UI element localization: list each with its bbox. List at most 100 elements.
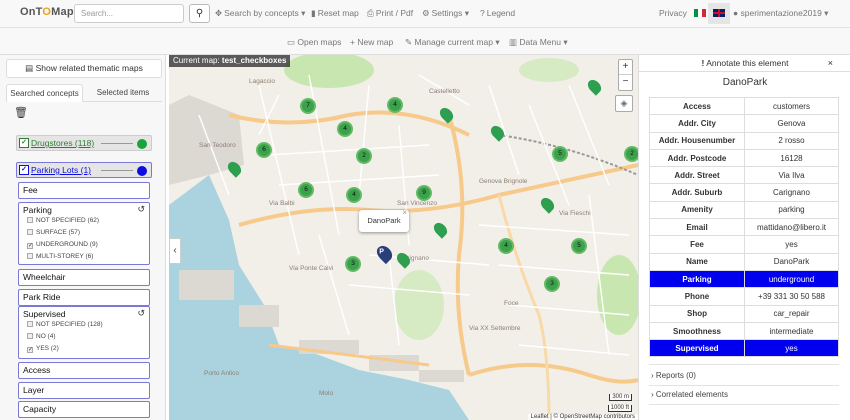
new-map-label: New map [357, 37, 394, 47]
correlated-toggle[interactable]: › Correlated elements [651, 390, 728, 399]
property-key: Supervised [649, 339, 745, 358]
filter-capacity[interactable]: Capacity [18, 401, 150, 418]
checkbox[interactable] [27, 253, 33, 259]
filter-option[interactable]: NOT SPECIFIED (128) [27, 321, 103, 328]
filter-title: Layer [23, 385, 45, 395]
collapse-panel-button[interactable]: ‹ [169, 238, 181, 264]
filter-title: Park Ride [23, 292, 61, 302]
close-icon[interactable]: × [828, 55, 833, 72]
print-pdf-button[interactable]: ⎙ Print / Pdf [367, 8, 413, 19]
english-flag-icon[interactable] [713, 9, 725, 17]
map-cluster[interactable]: 5 [571, 238, 587, 254]
close-icon[interactable]: × [402, 202, 407, 224]
checkbox[interactable] [27, 217, 33, 223]
settings-menu[interactable]: ⚙ Settings ▾ [422, 8, 469, 19]
map-attribution[interactable]: Leaflet | © OpenStreetMap contributors [527, 414, 638, 420]
zoom-in-button[interactable]: + [619, 60, 632, 75]
table-row: Smoothness intermediate [649, 321, 839, 341]
filter-option[interactable]: NOT SPECIFIED (62) [27, 217, 99, 224]
italian-flag-icon[interactable] [694, 9, 706, 17]
chevron-left-icon: ‹ [173, 245, 177, 256]
map-cluster[interactable]: 7 [300, 98, 316, 114]
filter-option[interactable]: ✓ UNDERGROUND (9) [27, 241, 98, 249]
filter-title: Access [23, 365, 51, 375]
legend-button[interactable]: ? Legend [480, 8, 515, 18]
map-cluster[interactable]: 6 [256, 142, 272, 158]
tab-searched-concepts[interactable]: Searched concepts [6, 84, 83, 102]
zoom-out-button[interactable]: − [619, 75, 632, 90]
checkbox[interactable] [27, 321, 33, 327]
table-row: Addr. Suburb Carignano [649, 183, 839, 202]
manage-map-menu[interactable]: ✎ Manage current map ▾ [405, 37, 500, 48]
search-by-concepts-label: Search by concepts [224, 8, 299, 18]
opacity-slider[interactable] [101, 143, 133, 144]
table-row: Shop car_repair [649, 304, 839, 323]
settings-label: Settings [431, 8, 463, 18]
map-cluster[interactable]: 2 [356, 148, 372, 164]
table-row: Supervised yes [649, 339, 839, 358]
map-cluster[interactable]: 4 [346, 187, 362, 203]
checkbox[interactable] [27, 333, 33, 339]
exclamation-icon: ! [701, 58, 705, 68]
property-value: 16128 [744, 148, 839, 168]
category-label[interactable]: Parking Lots (1) [31, 165, 91, 175]
thematic-label: Show related thematic maps [35, 63, 143, 73]
map-cluster[interactable]: 3 [544, 276, 560, 292]
data-menu[interactable]: ▥ Data Menu ▾ [509, 37, 568, 48]
divider [649, 364, 839, 365]
category-drugstores[interactable]: ✓ Drugstores (118) [16, 135, 152, 151]
search-button[interactable]: ⚲ [189, 4, 210, 23]
reset-map-button[interactable]: ▮ Reset map [311, 8, 359, 19]
reset-filter-icon[interactable]: ↺ [137, 308, 145, 319]
filter-option[interactable]: NO (4) [27, 333, 56, 340]
street-label: Via Fieschi [559, 210, 591, 217]
search-input[interactable]: Search... [74, 4, 184, 23]
map-cluster[interactable]: 4 [337, 121, 353, 137]
filter-park-ride[interactable]: Park Ride [18, 289, 150, 306]
filter-option[interactable]: SURFACE (57) [27, 229, 80, 236]
new-map-button[interactable]: + New map [350, 37, 393, 47]
opacity-slider[interactable] [101, 170, 133, 171]
map-cluster[interactable]: 2 [624, 146, 638, 162]
show-thematic-maps-button[interactable]: ▤ Show related thematic maps [6, 59, 162, 78]
left-panel: ▤ Show related thematic maps Searched co… [0, 55, 166, 420]
popup-title: DanoPark [367, 216, 401, 225]
filter-layer[interactable]: Layer [18, 382, 150, 399]
property-value: Via Ilva [744, 166, 839, 185]
reset-filter-icon[interactable]: ↺ [137, 204, 145, 215]
filter-wheelchair[interactable]: Wheelchair [18, 269, 150, 286]
category-checkbox[interactable]: ✓ [19, 165, 29, 175]
map-cluster[interactable]: 4 [498, 238, 514, 254]
filter-title: Parking [23, 205, 52, 215]
category-parking-lots[interactable]: ✓ Parking Lots (1) [16, 162, 152, 178]
layers-icon[interactable]: ◈ [615, 95, 633, 112]
privacy-link[interactable]: Privacy [659, 8, 687, 18]
map-cluster[interactable]: 9 [416, 185, 432, 201]
filter-option[interactable]: MULTI-STOREY (6) [27, 253, 93, 260]
tab-selected-items[interactable]: Selected items [84, 84, 162, 102]
trash-icon[interactable]: 🗑 [14, 106, 28, 119]
filter-option-label: NOT SPECIFIED (128) [36, 321, 103, 328]
checkbox[interactable]: ✓ [27, 347, 33, 353]
map-cluster[interactable]: 5 [552, 146, 568, 162]
category-checkbox[interactable]: ✓ [19, 138, 29, 148]
filter-fee[interactable]: Fee [18, 182, 150, 199]
reports-toggle[interactable]: › Reports (0) [651, 371, 696, 380]
table-row: Addr. Postcode 16128 [649, 148, 839, 168]
filter-option[interactable]: ✓ YES (2) [27, 345, 59, 353]
map-cluster[interactable]: 4 [387, 97, 403, 113]
map-cluster[interactable]: 3 [345, 256, 361, 272]
filter-access[interactable]: Access [18, 362, 150, 379]
category-label[interactable]: Drugstores (118) [31, 138, 94, 148]
user-menu[interactable]: ● sperimentazione2019 ▾ [733, 8, 828, 19]
map-canvas[interactable]: San Teodoro Via Balbi San Vincenzo Genov… [169, 55, 638, 420]
checkbox[interactable] [27, 229, 33, 235]
ontomap-logo[interactable]: OnTOMap [20, 6, 74, 18]
checkbox[interactable]: ✓ [27, 243, 33, 249]
table-row: Addr. Street Via Ilva [649, 166, 839, 185]
search-by-concepts-menu[interactable]: ✥ Search by concepts ▾ [215, 8, 305, 19]
map-cluster[interactable]: 6 [298, 182, 314, 198]
annotate-element-button[interactable]: ! Annotate this element × [639, 55, 850, 72]
filter-title: Supervised [23, 309, 66, 319]
open-maps-button[interactable]: ▭ Open maps [287, 37, 341, 48]
